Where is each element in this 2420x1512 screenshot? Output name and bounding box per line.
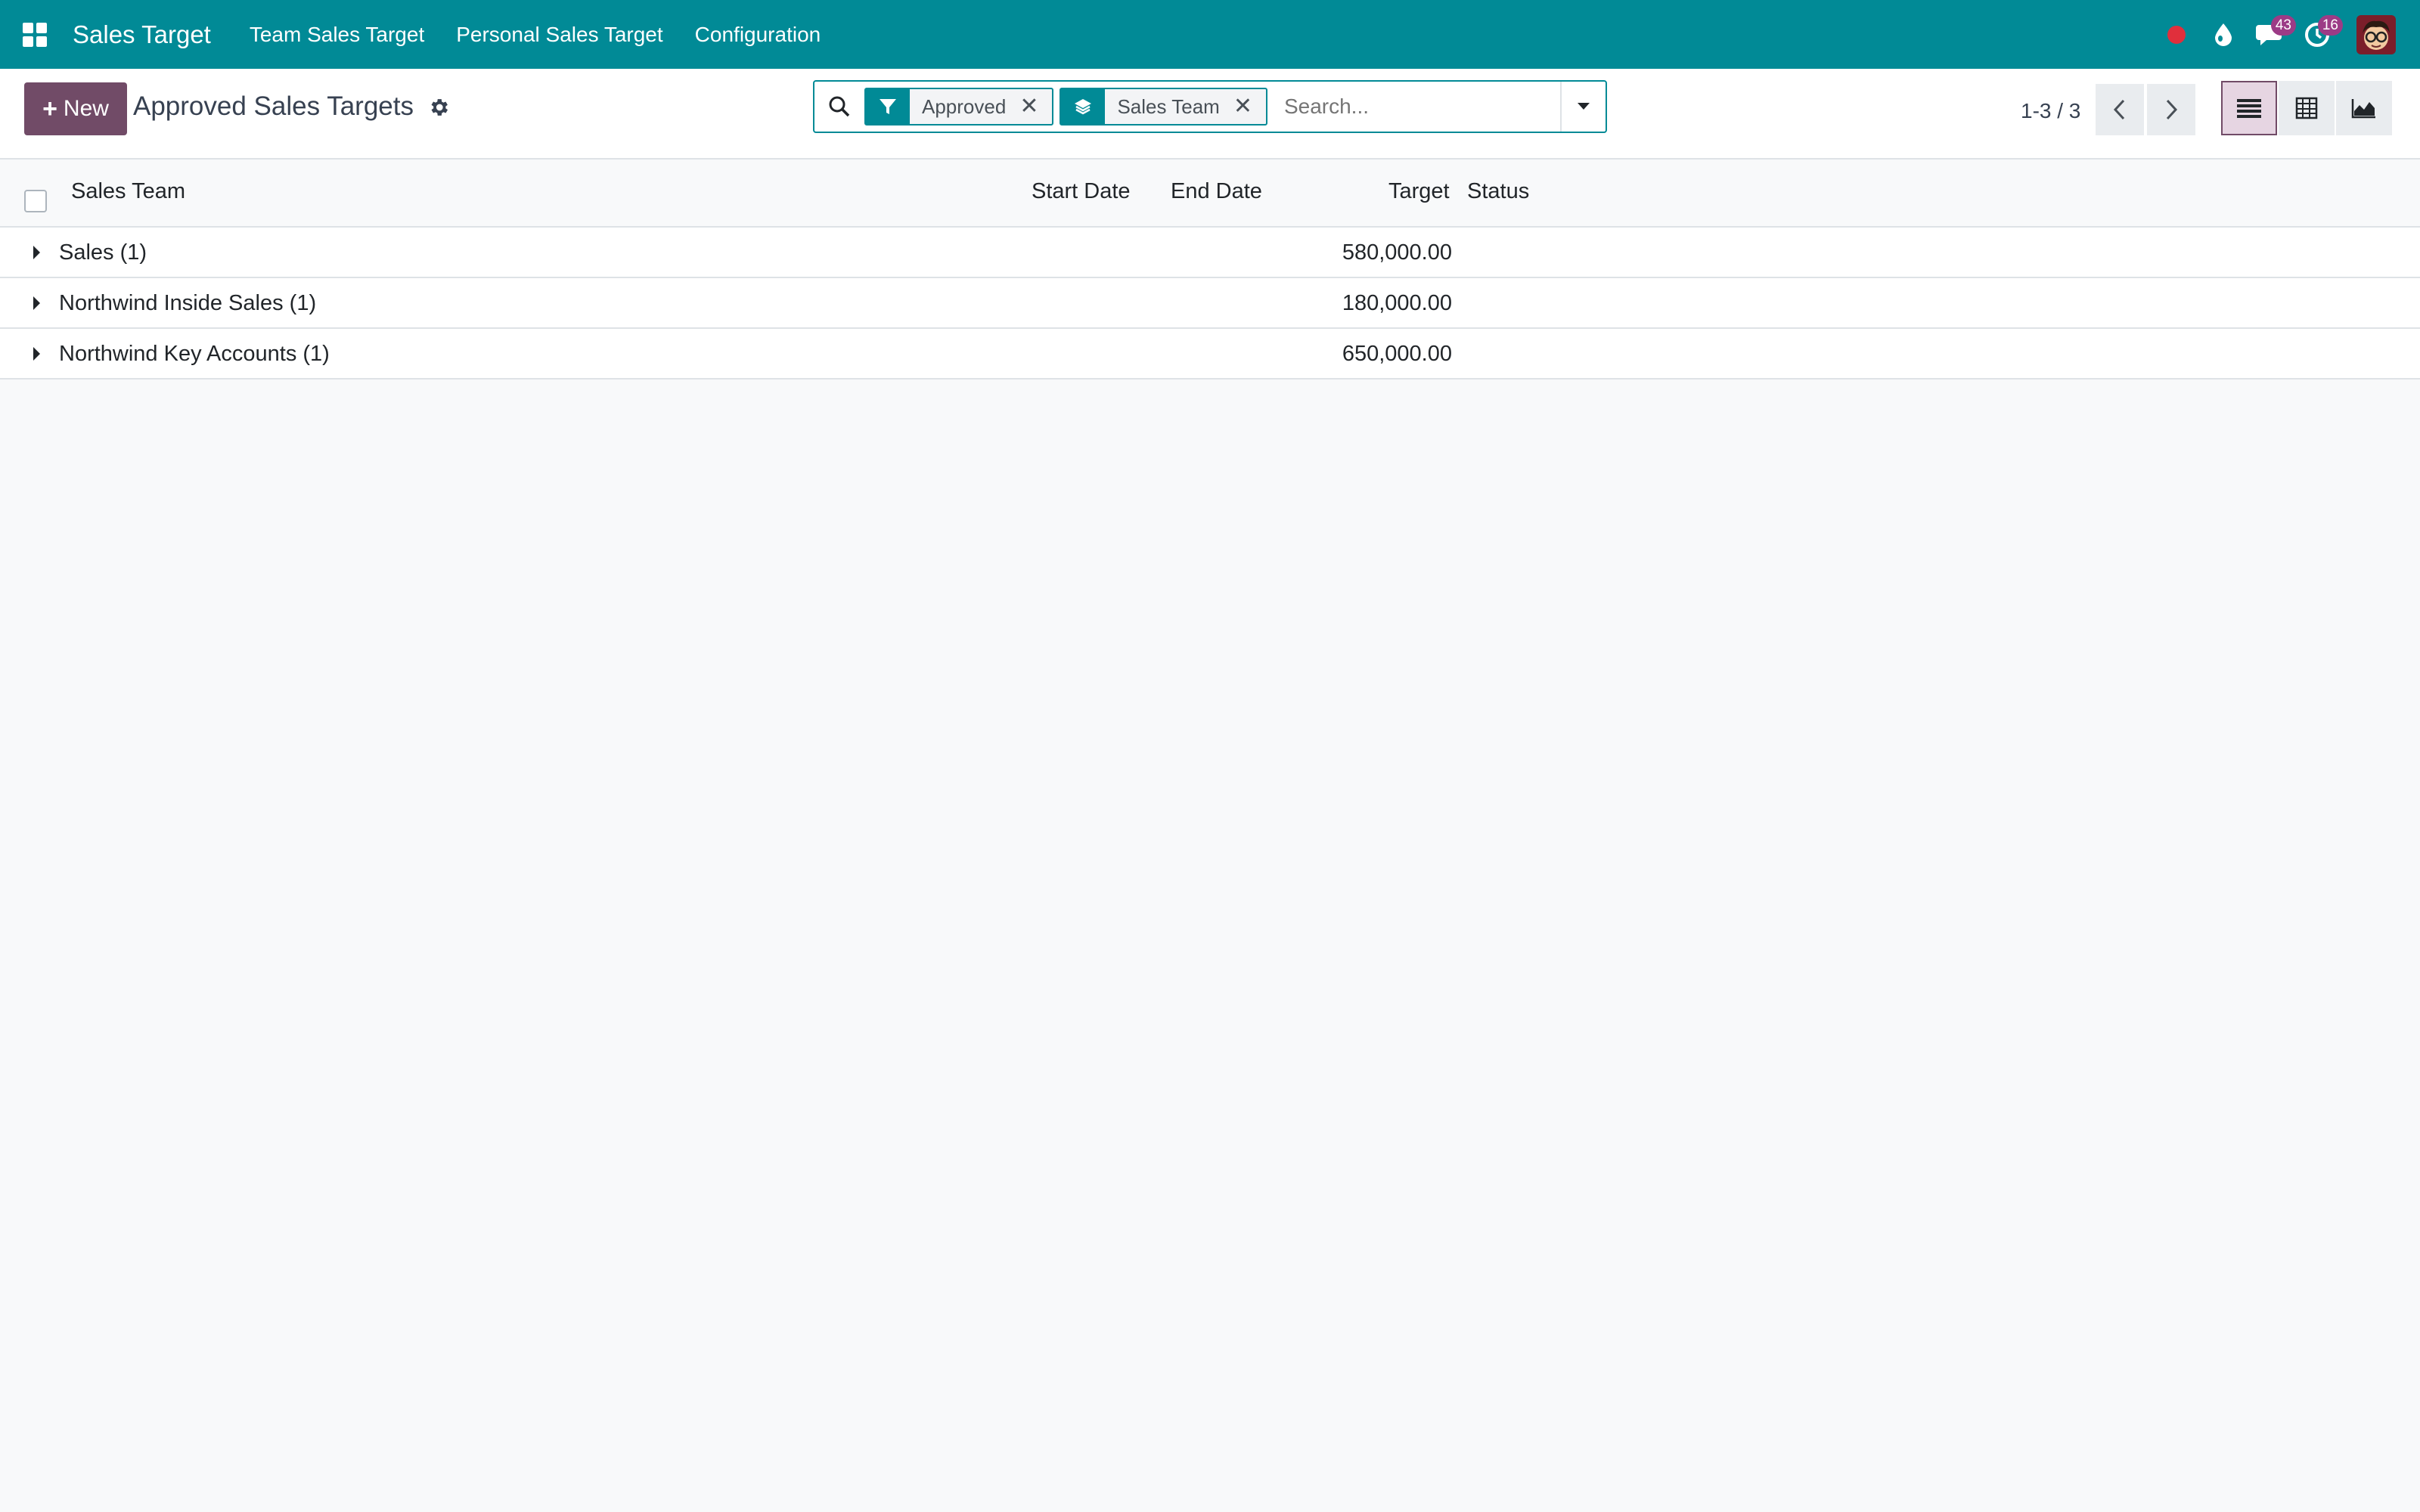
new-button-label: New: [63, 96, 109, 121]
graph-view-button[interactable]: [2336, 81, 2392, 135]
pager-next-button[interactable]: [2147, 84, 2195, 135]
group-by-icon: [1061, 89, 1106, 124]
group-row[interactable]: Northwind Key Accounts (1) 650,000.00: [0, 329, 2420, 380]
systray: 43 16: [2152, 0, 2396, 69]
page-title: Approved Sales Targets: [133, 91, 414, 121]
breadcrumb: Approved Sales Targets: [133, 91, 450, 122]
group-target-sum: 580,000.00: [1342, 240, 1452, 265]
column-status[interactable]: Status: [1467, 179, 1529, 204]
app-brand[interactable]: Sales Target: [73, 20, 211, 49]
table-header: Sales Team Start Date End Date Target St…: [0, 160, 2420, 228]
column-target[interactable]: Target: [1388, 179, 1450, 204]
close-icon[interactable]: ✕: [1019, 95, 1052, 118]
search-options-toggle[interactable]: [1560, 82, 1606, 132]
chevron-right-icon: [2166, 99, 2178, 120]
new-button[interactable]: + New: [24, 82, 127, 135]
group-target-sum: 650,000.00: [1342, 342, 1452, 366]
control-panel: + New Approved Sales Targets Approved ✕ …: [0, 69, 2420, 160]
search-input[interactable]: [1273, 84, 1560, 129]
drop-icon[interactable]: [2201, 12, 2246, 57]
area-chart-icon: [2351, 99, 2375, 119]
table-icon: [2295, 97, 2318, 119]
list-table: Sales Team Start Date End Date Target St…: [0, 160, 2420, 380]
plus-icon: +: [42, 94, 57, 123]
caret-down-icon: [1578, 103, 1590, 110]
messages-badge: 43: [2270, 14, 2296, 36]
caret-right-icon: [33, 246, 40, 259]
menu-configuration[interactable]: Configuration: [695, 23, 821, 47]
column-start-date[interactable]: Start Date: [1032, 179, 1131, 204]
filter-icon: [866, 89, 910, 124]
group-name: Northwind Key Accounts (1): [59, 342, 330, 366]
gear-icon[interactable]: [427, 95, 450, 118]
caret-right-icon: [33, 296, 40, 310]
group-target-sum: 180,000.00: [1342, 291, 1452, 315]
list-view-button[interactable]: [2221, 81, 2277, 135]
close-icon[interactable]: ✕: [1233, 95, 1266, 118]
activities-badge: 16: [2317, 14, 2343, 36]
group-row[interactable]: Sales (1) 580,000.00: [0, 228, 2420, 278]
facet-label: Approved: [922, 94, 1007, 118]
facet-approved: Approved ✕: [864, 88, 1054, 125]
search-bar[interactable]: Approved ✕ Sales Team ✕: [813, 80, 1607, 133]
activity-clock-icon[interactable]: 16: [2294, 12, 2343, 57]
column-end-date[interactable]: End Date: [1171, 179, 1262, 204]
search-icon[interactable]: [814, 82, 864, 132]
chevron-left-icon: [2113, 99, 2125, 120]
record-dot-icon[interactable]: [2154, 12, 2199, 57]
menu-personal-sales-target[interactable]: Personal Sales Target: [456, 23, 662, 47]
pivot-view-button[interactable]: [2279, 81, 2335, 135]
user-avatar[interactable]: [2356, 14, 2396, 54]
messages-icon[interactable]: 43: [2248, 12, 2296, 57]
top-navbar: Sales Target Team Sales Target Personal …: [0, 0, 2420, 69]
pager-value[interactable]: 1-3 / 3: [2021, 99, 2080, 123]
menu-team-sales-target[interactable]: Team Sales Target: [250, 23, 424, 47]
app-grid-icon[interactable]: [20, 20, 50, 50]
group-name: Northwind Inside Sales (1): [59, 291, 317, 315]
facet-label: Sales Team: [1117, 94, 1220, 118]
group-name: Sales (1): [59, 240, 147, 265]
pager-previous-button[interactable]: [2096, 84, 2144, 135]
select-all-checkbox[interactable]: [24, 190, 47, 212]
group-row[interactable]: Northwind Inside Sales (1) 180,000.00: [0, 278, 2420, 329]
facet-sales-team: Sales Team ✕: [1060, 88, 1267, 125]
list-icon: [2237, 99, 2261, 118]
caret-right-icon: [33, 347, 40, 361]
column-sales-team[interactable]: Sales Team: [71, 179, 185, 204]
